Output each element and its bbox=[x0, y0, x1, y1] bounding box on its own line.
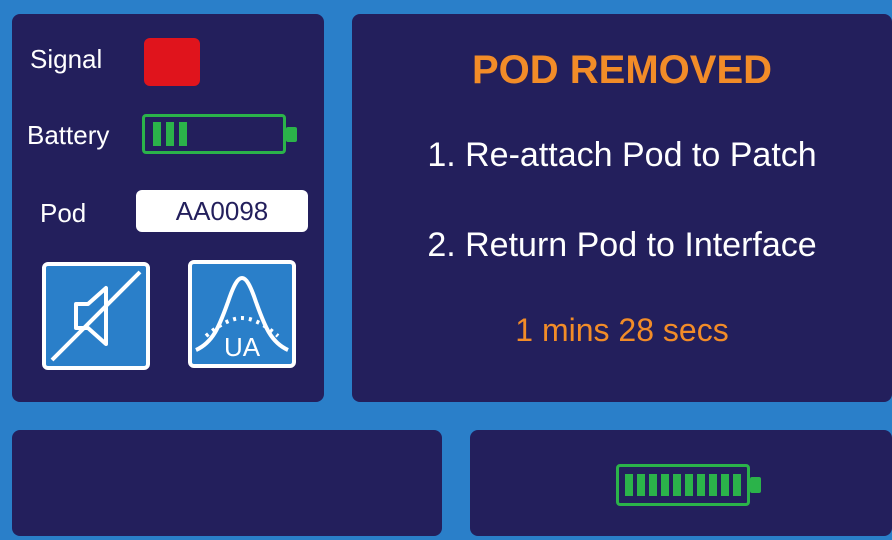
interface-battery-icon bbox=[616, 464, 761, 506]
battery-label: Battery bbox=[27, 120, 110, 150]
signal-indicator bbox=[144, 38, 200, 86]
pod-label: Pod bbox=[40, 198, 87, 228]
battery-segment bbox=[179, 122, 187, 146]
pod-battery-icon bbox=[142, 114, 297, 154]
ua-icon-text: UA bbox=[224, 332, 261, 362]
battery-segment bbox=[625, 473, 633, 497]
ua-curve-icon: UA bbox=[195, 275, 289, 362]
battery-segment bbox=[153, 122, 161, 146]
battery-segment bbox=[649, 473, 657, 497]
battery-segment bbox=[697, 473, 705, 497]
instruction-step-2: 2. Return Pod to Interface bbox=[427, 226, 817, 264]
bottom-right-panel bbox=[470, 430, 892, 536]
instruction-step-1: 1. Re-attach Pod to Patch bbox=[427, 136, 817, 174]
battery-segment bbox=[733, 473, 741, 497]
ua-button[interactable]: UA bbox=[188, 260, 296, 368]
status-panel: Signal Battery Pod AA0098 UA bbox=[12, 14, 324, 402]
battery-segment bbox=[637, 473, 645, 497]
battery-terminal bbox=[750, 477, 761, 493]
battery-segment bbox=[721, 473, 729, 497]
pod-id-field: AA0098 bbox=[136, 190, 308, 232]
speaker-muted-icon bbox=[50, 270, 142, 362]
battery-segment bbox=[709, 473, 717, 497]
alert-title: POD REMOVED bbox=[471, 48, 773, 92]
battery-segment bbox=[673, 473, 681, 497]
countdown-timer: 1 mins 28 secs bbox=[515, 312, 729, 348]
bottom-left-panel bbox=[12, 430, 442, 536]
alert-panel: POD REMOVED 1. Re-attach Pod to Patch 2.… bbox=[352, 14, 892, 402]
signal-label: Signal bbox=[30, 44, 103, 74]
mute-button[interactable] bbox=[42, 262, 150, 370]
battery-terminal bbox=[286, 127, 297, 142]
battery-segment bbox=[685, 473, 693, 497]
battery-segment bbox=[661, 473, 669, 497]
battery-segment bbox=[166, 122, 174, 146]
